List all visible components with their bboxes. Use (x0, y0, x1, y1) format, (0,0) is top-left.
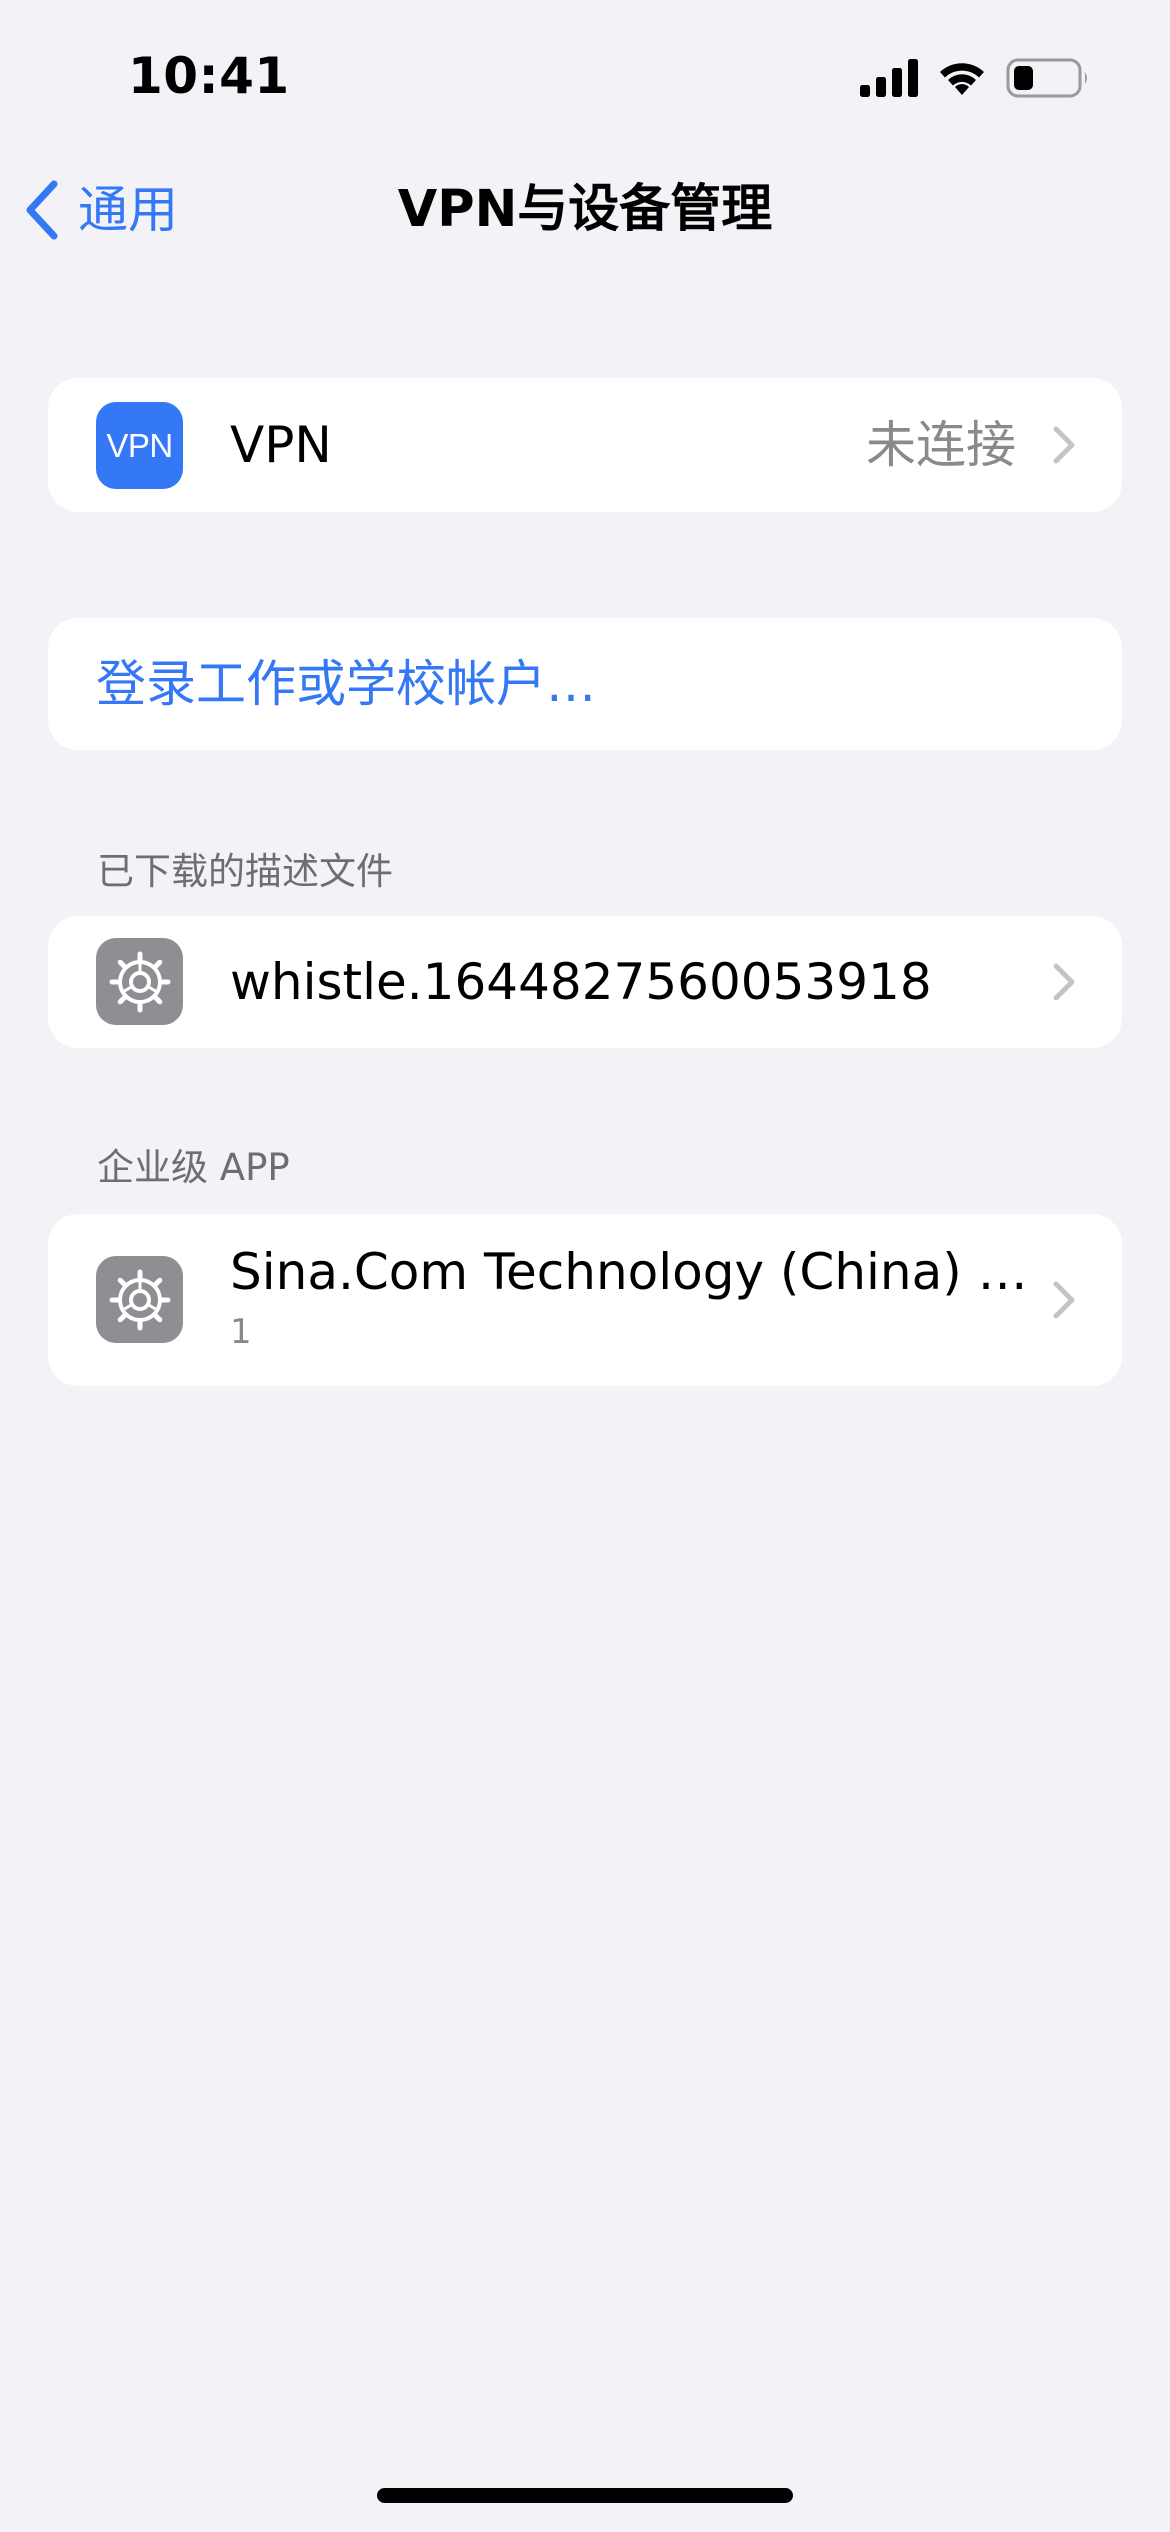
status-time: 10:41 (128, 47, 290, 105)
sign-in-account-row[interactable]: 登录工作或学校帐户… (48, 618, 1122, 750)
enterprise-app-count: 1 (230, 1312, 252, 1352)
enterprise-group: Sina.Com Technology (China) Co... 1 (48, 1214, 1122, 1386)
status-icons (860, 52, 1090, 104)
signal-icon (860, 59, 918, 97)
vpn-status: 未连接 (866, 416, 1016, 474)
profiles-group: whistle.1644827560053918 (48, 916, 1122, 1048)
status-bar: 10:41 (0, 0, 1170, 150)
vpn-group: VPN VPN 未连接 (48, 378, 1122, 512)
enterprise-section-header: 企业级 APP (97, 1146, 290, 1189)
navigation-bar: 通用 VPN与设备管理 (0, 160, 1170, 260)
gear-icon (109, 951, 170, 1012)
enterprise-gear-tile (96, 1256, 183, 1343)
chevron-right-icon (1053, 1281, 1075, 1319)
profile-row[interactable]: whistle.1644827560053918 (48, 916, 1122, 1048)
profile-name: whistle.1644827560053918 (230, 953, 932, 1011)
vpn-row[interactable]: VPN VPN 未连接 (48, 378, 1122, 512)
chevron-right-icon (1053, 963, 1075, 1001)
enterprise-app-row[interactable]: Sina.Com Technology (China) Co... 1 (48, 1214, 1122, 1386)
page-title: VPN与设备管理 (397, 180, 773, 239)
battery-icon (1006, 58, 1087, 98)
profiles-section-header: 已下载的描述文件 (97, 850, 393, 893)
home-indicator[interactable] (377, 2488, 793, 2503)
sign-in-account-link[interactable]: 登录工作或学校帐户… (96, 654, 596, 714)
profile-gear-tile (96, 938, 183, 1025)
enterprise-developer-name: Sina.Com Technology (China) Co... (230, 1243, 1030, 1301)
gear-icon (109, 1269, 170, 1330)
account-group: 登录工作或学校帐户… (48, 618, 1122, 750)
vpn-label: VPN (230, 416, 332, 474)
wifi-icon (940, 63, 984, 95)
chevron-right-icon (1053, 426, 1075, 464)
vpn-icon: VPN (96, 402, 183, 489)
